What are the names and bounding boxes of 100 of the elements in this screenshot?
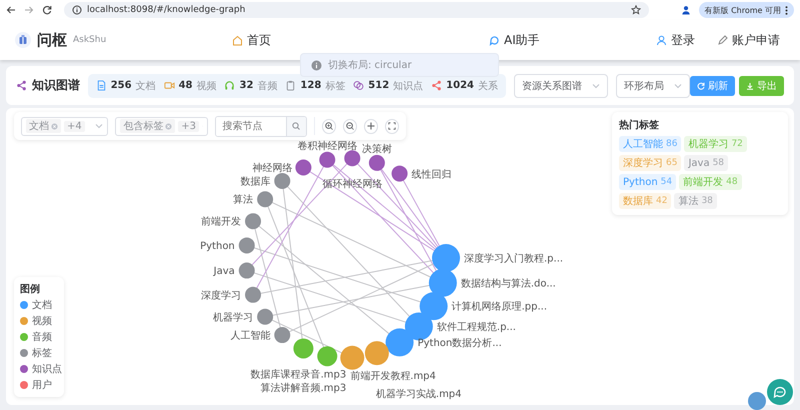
graph-node — [319, 152, 336, 168]
node-label: 深度学习 — [201, 290, 242, 302]
graph-node — [340, 346, 364, 370]
back-icon[interactable] — [6, 5, 16, 15]
stat-label: 知识点 — [393, 80, 424, 92]
stat-label: 文档 — [136, 80, 156, 92]
node-label: 数据库课程录音.mp3 — [250, 369, 346, 380]
node-label: 决策树 — [362, 144, 392, 155]
graph-node — [432, 244, 460, 272]
node-label: 机器学习 — [213, 312, 254, 324]
type-filter-select[interactable]: 文档 +4 — [21, 116, 108, 136]
node-label: Java — [214, 266, 235, 278]
fullscreen-icon — [388, 122, 396, 130]
legend-title: 图例 — [20, 282, 41, 296]
more-count: +4 — [64, 120, 85, 132]
tag-chip[interactable]: 深度学习 65 — [619, 155, 682, 171]
graph-type-select[interactable]: 资源关系图谱 — [514, 74, 608, 98]
refresh-button[interactable]: 刷新 — [690, 76, 735, 96]
tag-chip[interactable]: 人工智能 86 — [619, 136, 682, 152]
more-icon — [785, 6, 788, 14]
search-field[interactable]: 搜索节点 — [215, 116, 307, 136]
graph-node — [295, 160, 312, 176]
graph-node — [428, 268, 457, 297]
stat-value: 128 — [300, 80, 322, 91]
tag-chip[interactable]: 机器学习 72 — [684, 136, 747, 152]
node-label: 数据结构与算法.do... — [460, 278, 556, 290]
search-button[interactable] — [286, 116, 306, 136]
chevron-down-icon — [592, 82, 600, 90]
zoom-out-icon — [346, 122, 354, 130]
tag-chip[interactable]: 前端开发 48 — [679, 174, 742, 190]
login-link[interactable]: 登录 — [652, 32, 699, 48]
reload-icon[interactable] — [42, 5, 52, 15]
node-label: Python数据分析... — [418, 338, 502, 349]
clear-icon — [165, 122, 172, 130]
stat-value: 48 — [178, 80, 192, 91]
tag-filter-select[interactable]: 包含标签 +3 — [115, 116, 208, 136]
tag-chip[interactable]: 数据库 42 — [619, 193, 672, 209]
node-label: 深度学习入门教程.p... — [464, 254, 564, 264]
graph-node — [368, 154, 385, 171]
graph-node — [238, 237, 255, 254]
legend-label: 文档 — [32, 298, 52, 312]
toast-text: 切换布局: circular — [328, 58, 412, 72]
nav-tab[interactable]: AI助手 — [485, 20, 544, 60]
address-bar[interactable]: localhost:8098/#/knowledge-graph — [64, 2, 649, 18]
legend-label: 音频 — [32, 330, 52, 344]
panel-title: 热门标签 — [619, 118, 660, 132]
node-label: 前端开发 — [201, 216, 242, 228]
chevron-down-icon — [95, 122, 104, 130]
floating-circle-icon[interactable] — [748, 392, 766, 410]
graph-node — [238, 262, 255, 279]
brand-name: 问枢 — [37, 30, 67, 50]
document-icon — [96, 80, 107, 91]
update-chrome-button[interactable]: 有新版 Chrome 可用 — [698, 2, 794, 18]
node-label: 算法讲解音频.mp3 — [260, 383, 346, 394]
node-label: 数据库 — [240, 176, 270, 188]
video-icon — [164, 80, 175, 91]
node-label: 软件工程规范.p... — [436, 322, 516, 333]
fullscreen-button[interactable] — [384, 118, 400, 134]
node-label: 计算机网络原理.pp... — [452, 302, 548, 313]
circles-icon — [353, 80, 364, 91]
share-icon — [431, 80, 442, 91]
profile-icon[interactable] — [680, 5, 691, 15]
graph-node — [245, 213, 262, 230]
chevron-down-icon — [674, 82, 682, 90]
node-label: 神经网络 — [252, 163, 292, 174]
graph-node — [257, 191, 274, 208]
search-icon — [292, 122, 300, 130]
stat-value: 512 — [368, 80, 390, 91]
more-count: +3 — [178, 120, 200, 132]
node-label: Python — [200, 240, 235, 252]
user-icon — [656, 34, 667, 46]
legend-label: 知识点 — [32, 362, 62, 376]
info-icon — [72, 5, 82, 15]
zoom-in-button[interactable] — [322, 118, 336, 134]
share-icon — [16, 80, 27, 91]
center-button[interactable] — [364, 118, 378, 134]
stat-label: 视频 — [196, 80, 216, 92]
refresh-icon — [697, 82, 705, 90]
tag-chip[interactable]: Java 58 — [684, 155, 728, 171]
node-label: 卷积神经网络 — [297, 140, 358, 152]
layout-select[interactable]: 环形布局 — [616, 74, 690, 98]
download-icon — [746, 82, 754, 90]
graph-node — [344, 150, 360, 166]
filter-tag: 文档 — [26, 119, 61, 133]
graph-node — [293, 338, 314, 358]
graph-node — [274, 327, 290, 344]
export-button[interactable]: 导出 — [739, 76, 784, 96]
home-icon — [232, 34, 243, 46]
nav-tab[interactable]: 首页 — [228, 20, 275, 60]
graph-node — [364, 341, 389, 366]
brand-subtitle: AskShu — [73, 35, 106, 45]
graph-node — [274, 172, 290, 189]
zoom-out-button[interactable] — [342, 118, 357, 134]
signup-link[interactable]: 账户申请 — [713, 32, 784, 48]
tag-chip[interactable]: 算法 38 — [674, 193, 717, 209]
stat-value: 1024 — [446, 80, 474, 91]
tag-chip[interactable]: Python 54 — [619, 174, 676, 190]
filter-tag: 包含标签 — [120, 119, 176, 133]
node-label: 前端开发教程.mp4 — [350, 370, 436, 382]
star-icon[interactable] — [631, 5, 641, 15]
